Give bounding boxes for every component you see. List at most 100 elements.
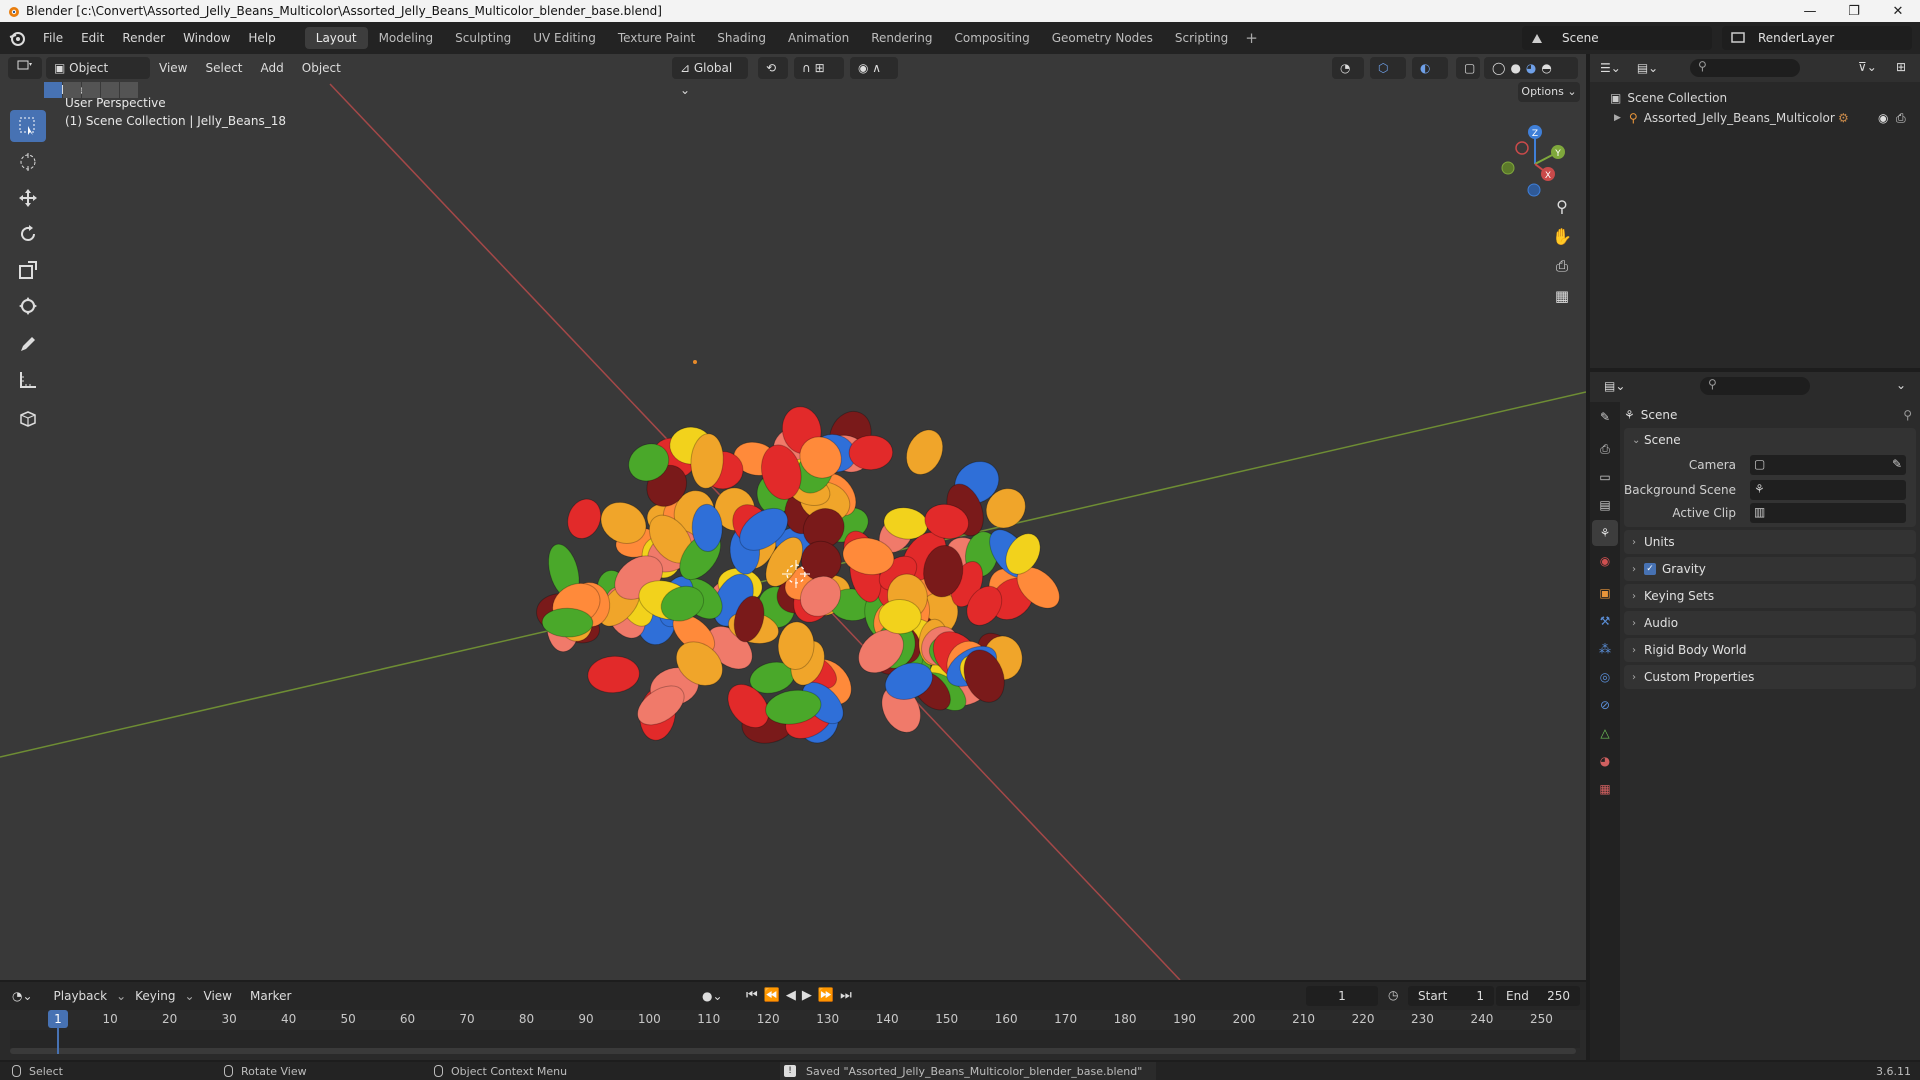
select-new-icon[interactable] — [44, 82, 62, 98]
xray-button[interactable]: ▢ — [1456, 57, 1480, 79]
eye-visibility-icon[interactable]: ◉ — [1878, 111, 1888, 125]
snap-button[interactable]: ∩ ⊞ — [794, 57, 844, 79]
editor-type-button[interactable] — [8, 57, 42, 79]
navigation-gizmo[interactable]: Z Y X — [1490, 114, 1580, 204]
transform-orientation-dropdown[interactable]: ⊿ Global ⌄ — [672, 57, 748, 97]
expand-arrow-icon[interactable]: ▶ — [1614, 113, 1621, 123]
playhead-frame-indicator[interactable]: 1 — [48, 1010, 68, 1028]
timeline-menu-view[interactable]: View — [195, 989, 241, 1003]
viewport-menu-add[interactable]: Add — [252, 61, 293, 75]
scene-selector[interactable]: Scene — [1522, 26, 1712, 50]
scene-panel-header[interactable]: ⌄ Scene — [1624, 428, 1916, 452]
modifier-tab[interactable]: ⚒ — [1592, 608, 1618, 634]
outliner-row-jelly-beans[interactable]: ▶ ⚲ Assorted_Jelly_Beans_Multicolor ⚙ ◉ … — [1590, 108, 1920, 128]
outliner-row-scene-collection[interactable]: ▣ Scene Collection — [1590, 88, 1920, 108]
texture-tab[interactable]: ▦ — [1592, 776, 1618, 802]
tab-animation[interactable]: Animation — [777, 27, 860, 49]
add-workspace-button[interactable]: + — [1239, 29, 1264, 47]
wireframe-shading-icon[interactable]: ◯ — [1492, 57, 1505, 79]
outliner-editor-icon[interactable]: ☰⌄ — [1600, 61, 1621, 75]
pivot-point-button[interactable]: ⟲ — [758, 57, 788, 79]
material-tab[interactable]: ◕ — [1592, 748, 1618, 774]
scene-tab[interactable]: ⚘ — [1592, 520, 1618, 546]
cursor-tool[interactable] — [10, 146, 46, 178]
output-tab[interactable]: ▭ — [1592, 464, 1618, 490]
custom-properties-panel[interactable]: › Custom Properties — [1624, 665, 1916, 689]
keying-sets-panel[interactable]: › Keying Sets — [1624, 584, 1916, 608]
tab-layout[interactable]: Layout — [304, 27, 368, 49]
timeline-scrollbar[interactable] — [10, 1048, 1576, 1054]
constraints-tab[interactable]: ⊘ — [1592, 692, 1618, 718]
select-box-tool[interactable] — [10, 110, 46, 142]
tab-texture-paint[interactable]: Texture Paint — [607, 27, 706, 49]
timeline-editor-icon[interactable]: ◔⌄ — [12, 989, 33, 1003]
solid-shading-icon[interactable]: ● — [1510, 57, 1520, 79]
particles-tab[interactable]: ⁂ — [1592, 636, 1618, 662]
menu-window[interactable]: Window — [174, 31, 239, 45]
tab-sculpting[interactable]: Sculpting — [444, 27, 522, 49]
shading-mode-group[interactable]: ◯ ● ◕ ◓ — [1484, 57, 1578, 79]
end-frame-field[interactable]: End 250 — [1496, 986, 1580, 1006]
display-mode-icon[interactable]: ▤⌄ — [1637, 61, 1658, 75]
eyedropper-icon[interactable]: ✎ — [1892, 457, 1902, 471]
move-tool[interactable] — [10, 182, 46, 214]
background-scene-field[interactable]: ⚘ — [1750, 479, 1906, 500]
overlay-toggle-button[interactable]: ◐ — [1412, 57, 1448, 79]
rigid-body-world-panel[interactable]: › Rigid Body World — [1624, 638, 1916, 662]
timeline-editor[interactable]: ◔⌄ Playback ⌄ Keying ⌄ View Marker ●⌄ ⏮⏪◀▶… — [0, 982, 1586, 1060]
gravity-checkbox[interactable]: ✓ — [1644, 563, 1656, 575]
viewport-menu-select[interactable]: Select — [196, 61, 251, 75]
measure-tool[interactable] — [10, 364, 46, 396]
menu-file[interactable]: File — [34, 31, 72, 45]
properties-editor-icon[interactable]: ▤⌄ — [1604, 379, 1625, 393]
render-tab[interactable]: ⎙ — [1592, 436, 1618, 462]
timeline-menu-marker[interactable]: Marker — [241, 989, 300, 1003]
options-dropdown[interactable]: Options ⌄ — [1518, 82, 1580, 102]
timeline-menu-playback[interactable]: Playback — [45, 989, 117, 1003]
rotate-tool[interactable] — [10, 218, 46, 250]
properties-search-input[interactable]: ⚲ — [1700, 377, 1810, 395]
tab-scripting[interactable]: Scripting — [1164, 27, 1239, 49]
playback-controls[interactable]: ⏮⏪◀▶⏩⏭ — [746, 988, 858, 1003]
rendered-shading-icon[interactable]: ◓ — [1541, 57, 1551, 79]
tab-shading[interactable]: Shading — [706, 27, 777, 49]
pin-icon[interactable]: ⚲ — [1903, 408, 1912, 422]
tab-geometry-nodes[interactable]: Geometry Nodes — [1041, 27, 1164, 49]
outliner-search-input[interactable]: ⚲ — [1690, 59, 1800, 77]
camera-field[interactable]: ▢ ✎ — [1750, 454, 1906, 475]
pan-button[interactable]: ✋ — [1548, 222, 1576, 250]
view-layer-tab[interactable]: ▤ — [1592, 492, 1618, 518]
zoom-button[interactable]: ⚲ — [1548, 192, 1576, 220]
transform-tool[interactable] — [10, 290, 46, 322]
stopwatch-icon[interactable]: ◷ — [1388, 988, 1398, 1002]
new-collection-icon[interactable]: ⊞ — [1896, 60, 1906, 74]
status-message[interactable]: ! Saved "Assorted_Jelly_Beans_Multicolor_… — [780, 1062, 1157, 1080]
object-mode-dropdown[interactable]: ▣ Object Mode ⌄ — [46, 57, 150, 97]
gizmo-toggle-button[interactable]: ⬡ — [1370, 57, 1406, 79]
tab-compositing[interactable]: Compositing — [943, 27, 1040, 49]
auto-keying-record-icon[interactable]: ●⌄ — [702, 989, 723, 1003]
menu-help[interactable]: Help — [239, 31, 284, 45]
close-button[interactable]: ✕ — [1876, 0, 1920, 22]
tool-tab[interactable]: ✎ — [1592, 404, 1618, 430]
proportional-edit-button[interactable]: ◉ ∧ — [850, 57, 898, 79]
perspective-toggle-button[interactable]: ▦ — [1548, 282, 1576, 310]
blender-menu-icon[interactable] — [8, 29, 26, 47]
tab-uv-editing[interactable]: UV Editing — [522, 27, 607, 49]
tab-modeling[interactable]: Modeling — [368, 27, 445, 49]
scale-tool[interactable] — [10, 254, 46, 286]
annotate-tool[interactable] — [10, 328, 46, 360]
data-tab[interactable]: △ — [1592, 720, 1618, 746]
visibility-button[interactable]: ◔ — [1332, 57, 1364, 79]
material-shading-icon[interactable]: ◕ — [1526, 57, 1536, 79]
add-cube-tool[interactable] — [10, 402, 46, 434]
units-panel[interactable]: › Units — [1624, 530, 1916, 554]
menu-render[interactable]: Render — [113, 31, 174, 45]
timeline-menu-keying[interactable]: Keying — [126, 989, 184, 1003]
camera-render-icon[interactable]: ⎙ — [1896, 111, 1906, 126]
filter-icon[interactable]: ⊽⌄ — [1858, 60, 1877, 74]
current-frame-field[interactable]: 1 — [1306, 986, 1378, 1006]
timeline-track[interactable] — [10, 1030, 1580, 1048]
start-frame-field[interactable]: Start 1 — [1408, 986, 1494, 1006]
camera-view-button[interactable]: ⎙ — [1548, 252, 1576, 280]
